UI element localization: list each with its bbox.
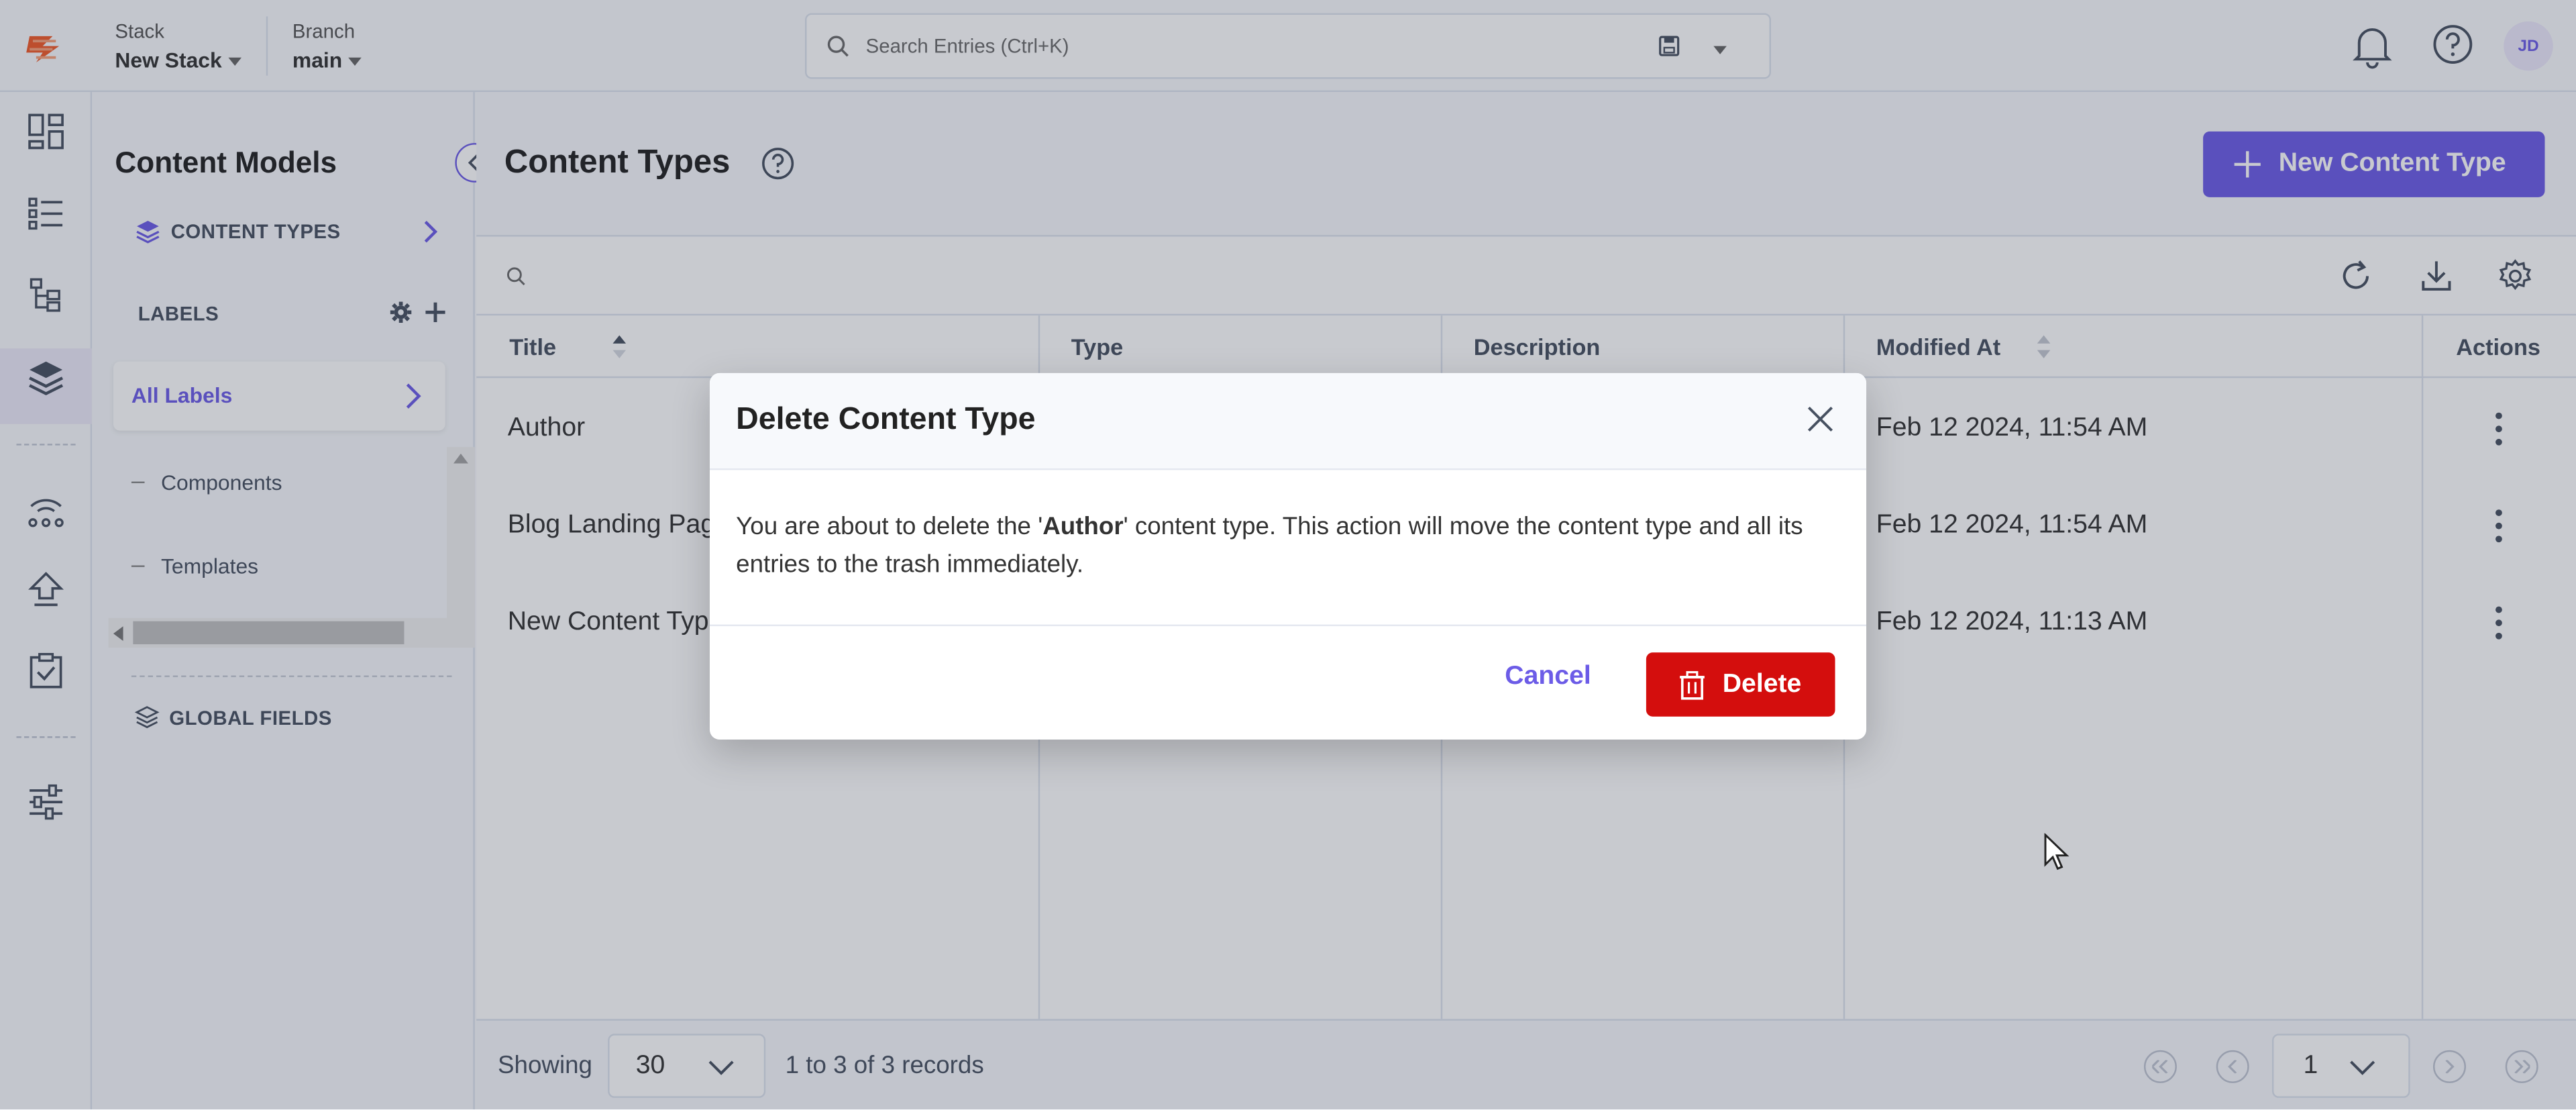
- close-icon[interactable]: [1805, 404, 1835, 434]
- delete-content-type-dialog: Delete Content Type You are about to del…: [709, 372, 1867, 740]
- cancel-button[interactable]: Cancel: [1505, 662, 1591, 692]
- content-type-name: Author: [1042, 513, 1124, 541]
- delete-label: Delete: [1722, 669, 1802, 698]
- dialog-message: You are about to delete the 'Author' con…: [736, 513, 1803, 579]
- dialog-title: Delete Content Type: [736, 403, 1036, 438]
- dialog-header: Delete Content Type: [709, 372, 1867, 470]
- trash-icon: [1680, 670, 1706, 699]
- mouse-cursor-icon: [2044, 833, 2070, 870]
- dialog-footer: Cancel Delete: [709, 624, 1867, 740]
- delete-button[interactable]: Delete: [1646, 652, 1835, 717]
